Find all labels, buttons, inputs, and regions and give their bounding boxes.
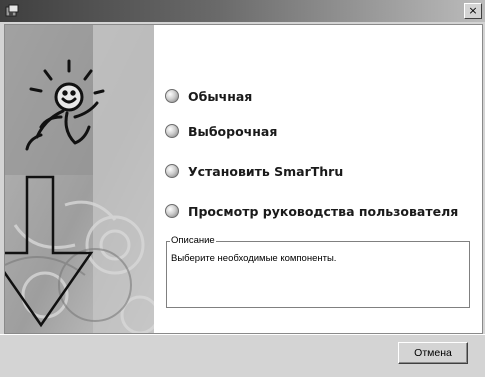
footer-divider — [0, 334, 485, 335]
radio-ball-icon — [165, 164, 179, 178]
title-bar[interactable]: × — [0, 0, 485, 22]
option-install-smarthru[interactable]: Установить SmarThru — [165, 161, 343, 181]
option-custom-label: Выборочная — [188, 123, 278, 139]
cancel-button[interactable]: Отмена — [398, 342, 468, 364]
installer-app-icon — [5, 4, 19, 17]
option-custom[interactable]: Выборочная — [165, 121, 277, 141]
option-typical[interactable]: Обычная — [165, 86, 252, 106]
option-typical-label: Обычная — [188, 88, 253, 104]
description-text: Выберите необходимые компоненты. — [171, 253, 337, 264]
description-legend: Описание — [170, 235, 216, 246]
close-button[interactable]: × — [464, 3, 482, 19]
installer-window: × Обычная Выборочная Установить SmarThru… — [0, 0, 485, 377]
option-view-user-guide[interactable]: Просмотр руководства пользователя — [165, 201, 458, 221]
radio-ball-icon — [165, 124, 179, 138]
close-icon: × — [468, 4, 478, 17]
option-install-smarthru-label: Установить SmarThru — [188, 163, 344, 179]
description-group: Описание Выберите необходимые компоненты… — [166, 235, 470, 308]
option-view-user-guide-label: Просмотр руководства пользователя — [188, 203, 459, 219]
radio-ball-icon — [165, 204, 179, 218]
main-panel: Обычная Выборочная Установить SmarThru П… — [4, 24, 483, 334]
side-illustration — [5, 25, 154, 333]
radio-ball-icon — [165, 89, 179, 103]
